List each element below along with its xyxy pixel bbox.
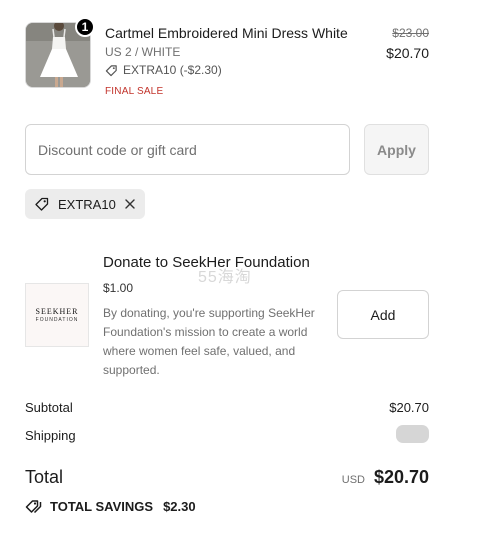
add-donation-button[interactable]: Add (337, 290, 429, 339)
shipping-label: Shipping (25, 428, 76, 443)
seekher-logo: SEEKHER FOUNDATION (25, 283, 89, 347)
logo-line-2: FOUNDATION (35, 317, 79, 323)
applied-discount-code: EXTRA10 (58, 196, 116, 212)
subtotal-label: Subtotal (25, 400, 73, 415)
tag-icon (35, 197, 49, 211)
product-price: $20.70 (386, 45, 429, 61)
product-title: Cartmel Embroidered Mini Dress White (105, 25, 348, 41)
total-savings-value: $2.30 (163, 499, 196, 514)
product-discount-label: EXTRA10 (-$2.30) (123, 63, 222, 77)
discount-code-input[interactable] (25, 124, 350, 175)
shipping-value-placeholder (396, 425, 429, 443)
watermark: 55海淘 (198, 269, 252, 286)
total-value: $20.70 (373, 467, 429, 487)
product-discount: EXTRA10 (-$2.30) (105, 63, 222, 77)
donation-description: By donating, you're supporting SeekHer F… (103, 306, 315, 377)
product-variant: US 2 / WHITE (105, 45, 181, 59)
tags-icon (25, 500, 42, 514)
tag-icon (105, 64, 117, 76)
total-currency: USD (341, 474, 365, 486)
total-savings-label: TOTAL SAVINGS (50, 499, 154, 514)
quantity-badge: 1 (75, 17, 95, 37)
remove-discount-close-icon[interactable] (124, 198, 136, 210)
total-label: Total (25, 467, 64, 487)
logo-line-1: SEEKHER (35, 307, 79, 316)
apply-button[interactable]: Apply (364, 124, 429, 175)
subtotal-value: $20.70 (389, 400, 429, 415)
donation-amount: $1.00 (103, 281, 134, 295)
original-price: $23.00 (392, 26, 429, 40)
applied-discount-chip: EXTRA10 (25, 189, 145, 219)
total-savings: TOTAL SAVINGS $2.30 (25, 498, 196, 515)
final-sale-label: FINAL SALE (105, 86, 164, 97)
